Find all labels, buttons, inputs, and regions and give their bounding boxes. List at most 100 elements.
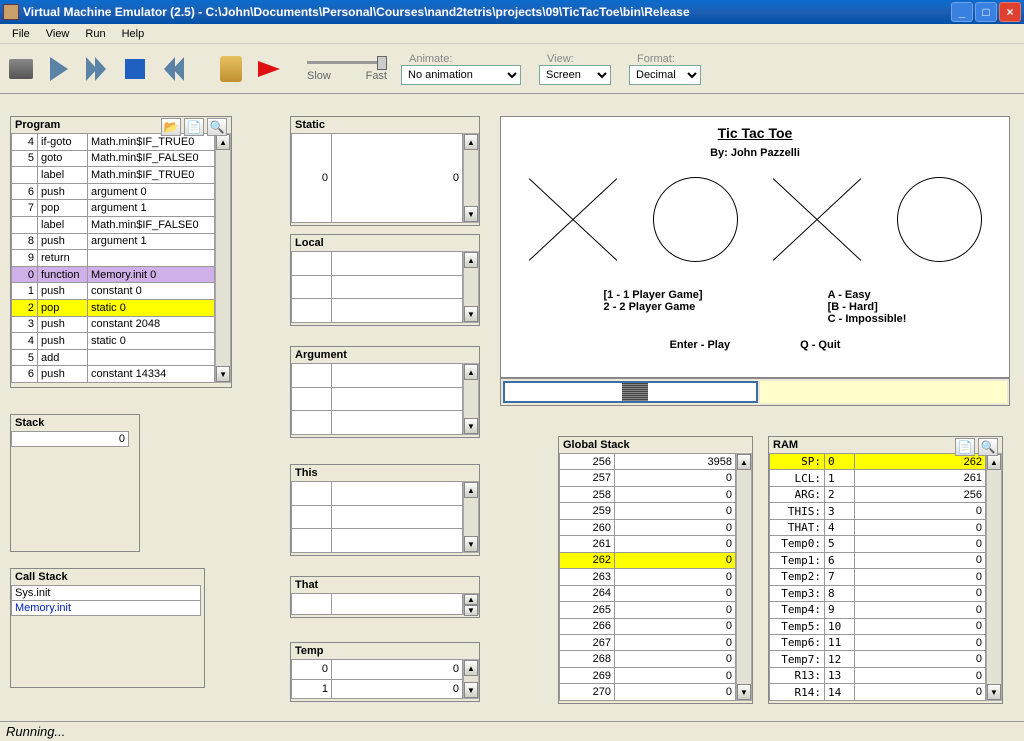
program-row[interactable]: 8pushargument 1 bbox=[12, 233, 215, 250]
static-scrollbar[interactable]: ▲▼ bbox=[463, 133, 479, 223]
program-row[interactable]: labelMath.min$IF_TRUE0 bbox=[12, 167, 215, 184]
segment-row[interactable]: 00 bbox=[292, 134, 463, 223]
this-panel: This▲▼ bbox=[290, 464, 480, 556]
segment-row[interactable] bbox=[292, 387, 463, 411]
segment-row[interactable]: 00 bbox=[292, 660, 463, 680]
globalstack-row[interactable]: 2563958 bbox=[560, 454, 736, 470]
globalstack-row[interactable]: 2580 bbox=[560, 486, 736, 502]
step-button[interactable] bbox=[44, 54, 74, 84]
ram-row[interactable]: SP:0262 bbox=[770, 454, 986, 470]
ram-row[interactable]: Temp4:90 bbox=[770, 602, 986, 618]
ram-row[interactable]: Temp1:60 bbox=[770, 552, 986, 568]
program-row[interactable]: 1pushconstant 0 bbox=[12, 283, 215, 300]
ram-table[interactable]: SP:0262LCL:1261ARG:2256THIS:30THAT:40Tem… bbox=[769, 453, 986, 701]
menu-file[interactable]: File bbox=[4, 26, 38, 42]
program-row[interactable]: 6pushargument 0 bbox=[12, 183, 215, 200]
menu-run[interactable]: Run bbox=[77, 26, 113, 42]
program-row[interactable]: 5add bbox=[12, 349, 215, 366]
globalstack-row[interactable]: 2590 bbox=[560, 503, 736, 519]
ram-row[interactable]: THIS:30 bbox=[770, 503, 986, 519]
ram-row[interactable]: R14:140 bbox=[770, 684, 986, 701]
static-panel: Static00▲▼ bbox=[290, 116, 480, 226]
ram-row[interactable]: Temp5:100 bbox=[770, 618, 986, 634]
program-row[interactable]: 6pushconstant 14334 bbox=[12, 366, 215, 383]
format-select[interactable]: Decimal bbox=[629, 65, 701, 85]
globalstack-row[interactable]: 2640 bbox=[560, 585, 736, 601]
segment-row[interactable] bbox=[292, 482, 463, 506]
animate-select[interactable]: No animation bbox=[401, 65, 521, 85]
ram-scrollbar[interactable]: ▲▼ bbox=[986, 453, 1002, 701]
segment-row[interactable] bbox=[292, 411, 463, 435]
ram-row[interactable]: Temp0:50 bbox=[770, 536, 986, 552]
globalstack-row[interactable]: 2630 bbox=[560, 569, 736, 585]
program-row[interactable]: 3pushconstant 2048 bbox=[12, 316, 215, 333]
ram-row[interactable]: Temp6:110 bbox=[770, 634, 986, 650]
screen-title: Tic Tac Toe bbox=[511, 125, 999, 141]
new-icon[interactable]: 📄 bbox=[184, 118, 204, 136]
globalstack-row[interactable]: 2650 bbox=[560, 602, 736, 618]
program-row[interactable]: labelMath.min$IF_FALSE0 bbox=[12, 216, 215, 233]
script-button[interactable] bbox=[216, 54, 246, 84]
ram-row[interactable]: LCL:1261 bbox=[770, 470, 986, 486]
breakpoint-button[interactable] bbox=[254, 54, 284, 84]
ram-row[interactable]: ARG:2256 bbox=[770, 486, 986, 502]
menu-help[interactable]: Help bbox=[114, 26, 153, 42]
segment-row[interactable] bbox=[292, 505, 463, 529]
globalstack-row[interactable]: 2570 bbox=[560, 470, 736, 486]
globalstack-scrollbar[interactable]: ▲▼ bbox=[736, 453, 752, 701]
program-row[interactable]: 9return bbox=[12, 250, 215, 267]
stop-button[interactable] bbox=[120, 54, 150, 84]
print-button[interactable] bbox=[6, 54, 36, 84]
rewind-button[interactable] bbox=[158, 54, 188, 84]
argument-scrollbar[interactable]: ▲▼ bbox=[463, 363, 479, 435]
argument-panel: Argument▲▼ bbox=[290, 346, 480, 438]
ram-row[interactable]: R13:130 bbox=[770, 667, 986, 683]
program-row[interactable]: 4pushstatic 0 bbox=[12, 333, 215, 350]
ram-search-icon[interactable]: 🔍 bbox=[978, 438, 998, 456]
segment-row[interactable] bbox=[292, 252, 463, 276]
segment-row[interactable] bbox=[292, 529, 463, 553]
ram-row[interactable]: Temp3:80 bbox=[770, 585, 986, 601]
maximize-button[interactable]: □ bbox=[975, 2, 997, 22]
that-scrollbar[interactable]: ▲▼ bbox=[463, 593, 479, 615]
ram-row[interactable]: Temp7:120 bbox=[770, 651, 986, 667]
close-button[interactable]: × bbox=[999, 2, 1021, 22]
segment-row[interactable] bbox=[292, 275, 463, 299]
callstack-panel: Call Stack Sys.init Memory.init bbox=[10, 568, 205, 688]
this-scrollbar[interactable]: ▲▼ bbox=[463, 481, 479, 553]
speed-slider[interactable]: SlowFast bbox=[307, 55, 387, 82]
globalstack-row[interactable]: 2680 bbox=[560, 651, 736, 667]
segment-row[interactable] bbox=[292, 299, 463, 323]
globalstack-row[interactable]: 2600 bbox=[560, 519, 736, 535]
globalstack-row[interactable]: 2690 bbox=[560, 667, 736, 683]
globalstack-row[interactable]: 2670 bbox=[560, 634, 736, 650]
program-table[interactable]: 4if-gotoMath.min$IF_TRUE05gotoMath.min$I… bbox=[11, 133, 215, 383]
run-button[interactable] bbox=[82, 54, 112, 84]
screen-author: By: John Pazzelli bbox=[511, 147, 999, 159]
segment-row[interactable] bbox=[292, 594, 463, 615]
program-row[interactable]: 2popstatic 0 bbox=[12, 299, 215, 316]
view-select[interactable]: Screen bbox=[539, 65, 611, 85]
program-row[interactable]: 7popargument 1 bbox=[12, 200, 215, 217]
menu-view[interactable]: View bbox=[38, 26, 78, 42]
ram-row[interactable]: THAT:40 bbox=[770, 519, 986, 535]
temp-scrollbar[interactable]: ▲▼ bbox=[463, 659, 479, 699]
minimize-button[interactable]: _ bbox=[951, 2, 973, 22]
open-icon[interactable]: 📂 bbox=[161, 118, 181, 136]
segment-row[interactable]: 10 bbox=[292, 679, 463, 699]
segment-row[interactable] bbox=[292, 364, 463, 388]
globalstack-row[interactable]: 2610 bbox=[560, 536, 736, 552]
globalstack-row[interactable]: 2700 bbox=[560, 684, 736, 701]
search-icon[interactable]: 🔍 bbox=[207, 118, 227, 136]
ram-edit-icon[interactable]: 📄 bbox=[955, 438, 975, 456]
globalstack-row[interactable]: 2660 bbox=[560, 618, 736, 634]
local-scrollbar[interactable]: ▲▼ bbox=[463, 251, 479, 323]
ram-row[interactable]: Temp2:70 bbox=[770, 569, 986, 585]
animate-label: Animate: bbox=[409, 53, 521, 65]
program-row[interactable]: 0functionMemory.init 0 bbox=[12, 266, 215, 283]
globalstack-table[interactable]: 2563958257025802590260026102620263026402… bbox=[559, 453, 736, 701]
globalstack-row[interactable]: 2620 bbox=[560, 552, 736, 568]
program-scrollbar[interactable]: ▲▼ bbox=[215, 133, 231, 383]
globalstack-panel: Global Stack 256395825702580259026002610… bbox=[558, 436, 753, 704]
program-row[interactable]: 5gotoMath.min$IF_FALSE0 bbox=[12, 150, 215, 167]
